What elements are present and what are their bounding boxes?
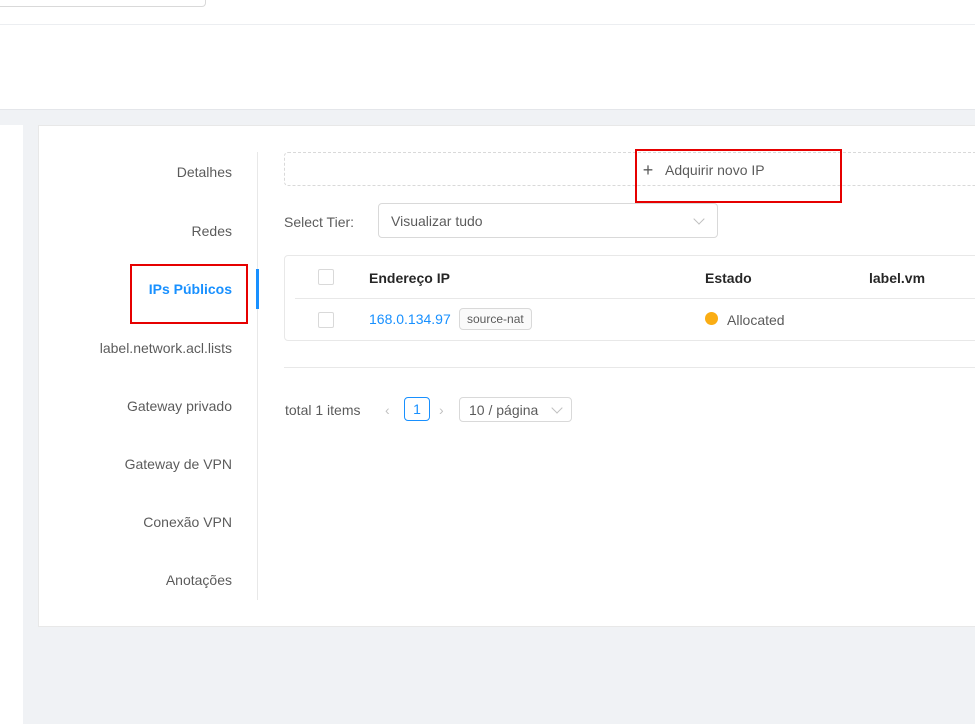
- column-header-ip[interactable]: Endereço IP: [369, 268, 450, 288]
- acquire-ip-label: Adquirir novo IP: [665, 162, 765, 178]
- tab-conexao-vpn[interactable]: Conexão VPN: [143, 512, 232, 532]
- tier-filter-label: Select Tier:: [284, 214, 355, 230]
- pagination-page-1[interactable]: 1: [404, 397, 430, 421]
- chevron-down-icon: [551, 402, 563, 414]
- tier-select-value: Visualizar tudo: [391, 213, 483, 229]
- source-nat-tag: source-nat: [459, 308, 532, 330]
- page-size-value: 10 / página: [469, 402, 539, 418]
- acquire-ip-dashed-button[interactable]: [284, 152, 975, 186]
- column-header-vm[interactable]: label.vm: [869, 268, 925, 288]
- public-ips-table: Endereço IP Estado label.vm 168.0.134.97…: [284, 255, 975, 341]
- status-dot: [705, 312, 718, 325]
- pagination-next-icon[interactable]: ›: [439, 400, 444, 420]
- left-panel: [0, 125, 23, 724]
- tabs-divider: [257, 152, 258, 600]
- section-divider: [284, 367, 975, 368]
- tab-redes[interactable]: Redes: [192, 221, 232, 241]
- page-size-select[interactable]: 10 / página: [459, 397, 572, 422]
- page-header: [0, 25, 975, 110]
- table-header: Endereço IP Estado label.vm: [295, 256, 975, 299]
- row-checkbox[interactable]: [318, 312, 334, 328]
- plus-icon: +: [642, 160, 654, 180]
- chevron-down-icon: [693, 213, 705, 225]
- acquire-ip-button[interactable]: + Adquirir novo IP: [641, 158, 765, 182]
- tab-gateway-privado[interactable]: Gateway privado: [127, 396, 232, 416]
- active-tab-indicator: [256, 269, 259, 309]
- pagination-prev-icon[interactable]: ‹: [385, 400, 390, 420]
- tab-anotacoes[interactable]: Anotações: [166, 570, 232, 590]
- tier-select[interactable]: Visualizar tudo: [378, 203, 718, 238]
- ip-address-link[interactable]: 168.0.134.97: [369, 309, 451, 329]
- tab-detalhes[interactable]: Detalhes: [177, 162, 232, 182]
- top-bar: [0, 0, 975, 25]
- column-header-state[interactable]: Estado: [705, 268, 752, 288]
- global-search-input[interactable]: [0, 0, 206, 7]
- tab-gateway-de-vpn[interactable]: Gateway de VPN: [125, 454, 232, 474]
- pagination-total: total 1 items: [285, 402, 361, 418]
- state-text: Allocated: [727, 312, 785, 328]
- side-tabs: Detalhes Redes IPs Públicos label.networ…: [38, 152, 258, 600]
- tab-ips-publicos[interactable]: IPs Públicos: [149, 279, 232, 299]
- tab-network-acl-lists[interactable]: label.network.acl.lists: [100, 338, 232, 358]
- select-all-checkbox[interactable]: [318, 269, 334, 285]
